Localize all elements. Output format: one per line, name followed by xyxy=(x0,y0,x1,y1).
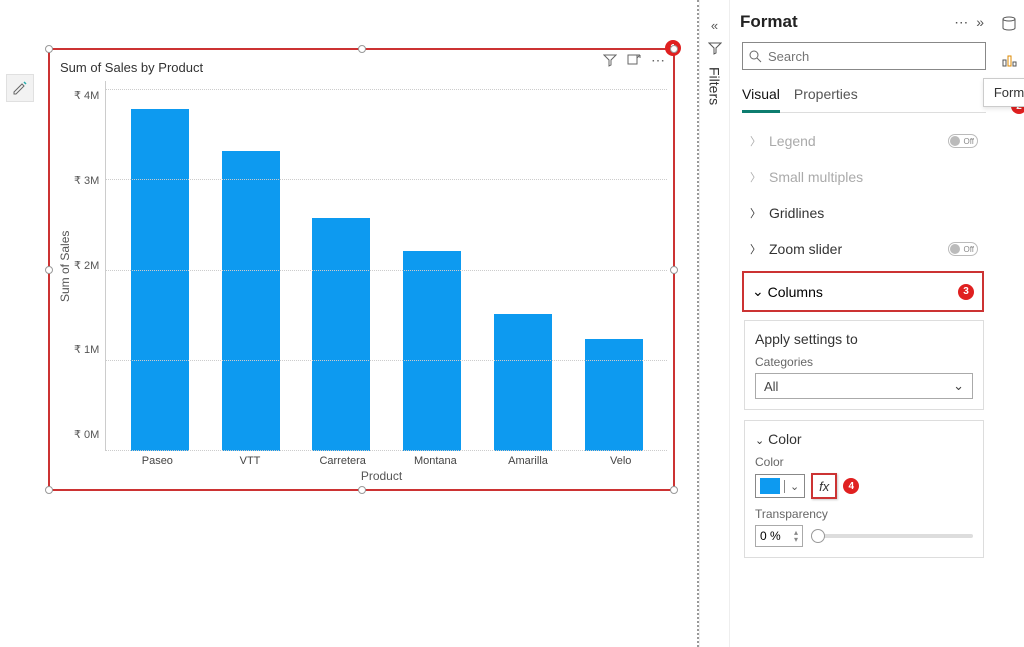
bar xyxy=(205,151,296,451)
card-small-multiples[interactable]: 〉Small multiples xyxy=(740,159,988,195)
bar xyxy=(114,109,205,451)
chart-title: Sum of Sales by Product xyxy=(56,60,667,81)
card-columns[interactable]: ⌄ Columns 3 xyxy=(742,271,984,312)
categories-label: Categories xyxy=(755,355,973,369)
y-axis-ticks: ₹ 4M ₹ 3M ₹ 2M ₹ 1M ₹ 0M xyxy=(74,81,105,451)
chevron-right-icon: 〉 xyxy=(750,205,761,221)
data-pane-icon[interactable] xyxy=(999,14,1019,34)
format-pane: Format ⋯ » Format Visual Properties 〉Leg… xyxy=(729,0,994,647)
transparency-label: Transparency xyxy=(755,507,973,521)
resize-handle[interactable] xyxy=(670,266,678,274)
on-object-format-tool[interactable] xyxy=(6,74,34,102)
collapse-pane-icon[interactable]: » xyxy=(976,14,984,31)
transparency-input[interactable]: 0 % ▴▾ xyxy=(755,525,803,547)
filters-label: Filters xyxy=(707,67,723,105)
format-tooltip: Format xyxy=(983,78,1024,107)
color-swatch xyxy=(760,478,780,494)
card-gridlines[interactable]: 〉Gridlines xyxy=(740,195,988,231)
chevron-right-icon: 〉 xyxy=(750,133,761,149)
resize-handle[interactable] xyxy=(358,45,366,53)
resize-handle[interactable] xyxy=(45,486,53,494)
filter-pane-icon xyxy=(708,41,722,55)
color-heading: ⌄ Color xyxy=(755,431,973,447)
chevron-right-icon: 〉 xyxy=(750,241,761,257)
x-tick-label: Velo xyxy=(574,451,667,467)
card-legend[interactable]: 〉Legend Off xyxy=(740,123,988,159)
report-canvas[interactable]: 1 ⋯ Sum of Sales by Product Sum of Sales… xyxy=(0,0,699,647)
resize-handle[interactable] xyxy=(670,45,678,53)
zoom-slider-toggle[interactable]: Off xyxy=(948,242,978,256)
tab-properties[interactable]: Properties xyxy=(794,80,858,112)
tab-visual[interactable]: Visual xyxy=(742,80,780,113)
focus-mode-icon[interactable] xyxy=(627,53,641,67)
x-tick-label: Carretera xyxy=(296,451,389,467)
annotation-badge-3: 3 xyxy=(958,284,974,300)
bar xyxy=(296,218,387,451)
expand-filters-icon[interactable]: « xyxy=(711,18,718,33)
spinner-icon[interactable]: ▴▾ xyxy=(794,529,798,543)
more-options-icon[interactable]: ⋯ xyxy=(651,52,665,69)
x-axis-title: Product xyxy=(96,469,667,483)
color-panel: ⌄ Color Color ⌄ fx 4 Transparency 0 % ▴▾ xyxy=(744,420,984,558)
bar xyxy=(568,339,659,452)
chevron-down-icon: ⌄ xyxy=(953,378,964,394)
apply-settings-heading: Apply settings to xyxy=(755,331,973,347)
chevron-down-icon: ⌄ xyxy=(752,283,764,300)
resize-handle[interactable] xyxy=(670,486,678,494)
plot-area xyxy=(105,81,667,451)
resize-handle[interactable] xyxy=(45,266,53,274)
bar xyxy=(387,251,478,451)
transparency-slider[interactable] xyxy=(811,534,973,538)
categories-dropdown[interactable]: All ⌄ xyxy=(755,373,973,399)
format-search-box[interactable] xyxy=(742,42,986,70)
apply-settings-panel: Apply settings to Categories All ⌄ xyxy=(744,320,984,410)
x-tick-label: Paseo xyxy=(111,451,204,467)
bar xyxy=(477,314,568,452)
search-input[interactable] xyxy=(768,49,979,64)
more-options-icon[interactable]: ⋯ xyxy=(954,14,968,31)
conditional-formatting-button[interactable]: fx xyxy=(811,473,837,499)
x-tick-label: Montana xyxy=(389,451,482,467)
y-axis-title: Sum of Sales xyxy=(56,81,74,451)
color-picker-dropdown[interactable]: ⌄ xyxy=(755,474,805,498)
x-axis-ticks: PaseoVTTCarreteraMontanaAmarillaVelo xyxy=(111,451,667,467)
resize-handle[interactable] xyxy=(45,45,53,53)
x-tick-label: VTT xyxy=(204,451,297,467)
resize-handle[interactable] xyxy=(358,486,366,494)
build-visual-icon[interactable] xyxy=(999,50,1019,70)
card-zoom-slider[interactable]: 〉Zoom slider Off xyxy=(740,231,988,267)
search-icon xyxy=(749,50,762,63)
annotation-badge-4: 4 xyxy=(843,478,859,494)
chevron-down-icon: ⌄ xyxy=(784,480,804,493)
color-label: Color xyxy=(755,455,973,469)
filter-icon[interactable] xyxy=(603,53,617,67)
filters-pane-collapsed[interactable]: « Filters xyxy=(699,0,729,647)
legend-toggle[interactable]: Off xyxy=(948,134,978,148)
chevron-right-icon: 〉 xyxy=(750,169,761,185)
format-pane-title: Format xyxy=(740,12,798,32)
x-tick-label: Amarilla xyxy=(482,451,575,467)
bar-chart-visual[interactable]: 1 ⋯ Sum of Sales by Product Sum of Sales… xyxy=(48,48,675,491)
